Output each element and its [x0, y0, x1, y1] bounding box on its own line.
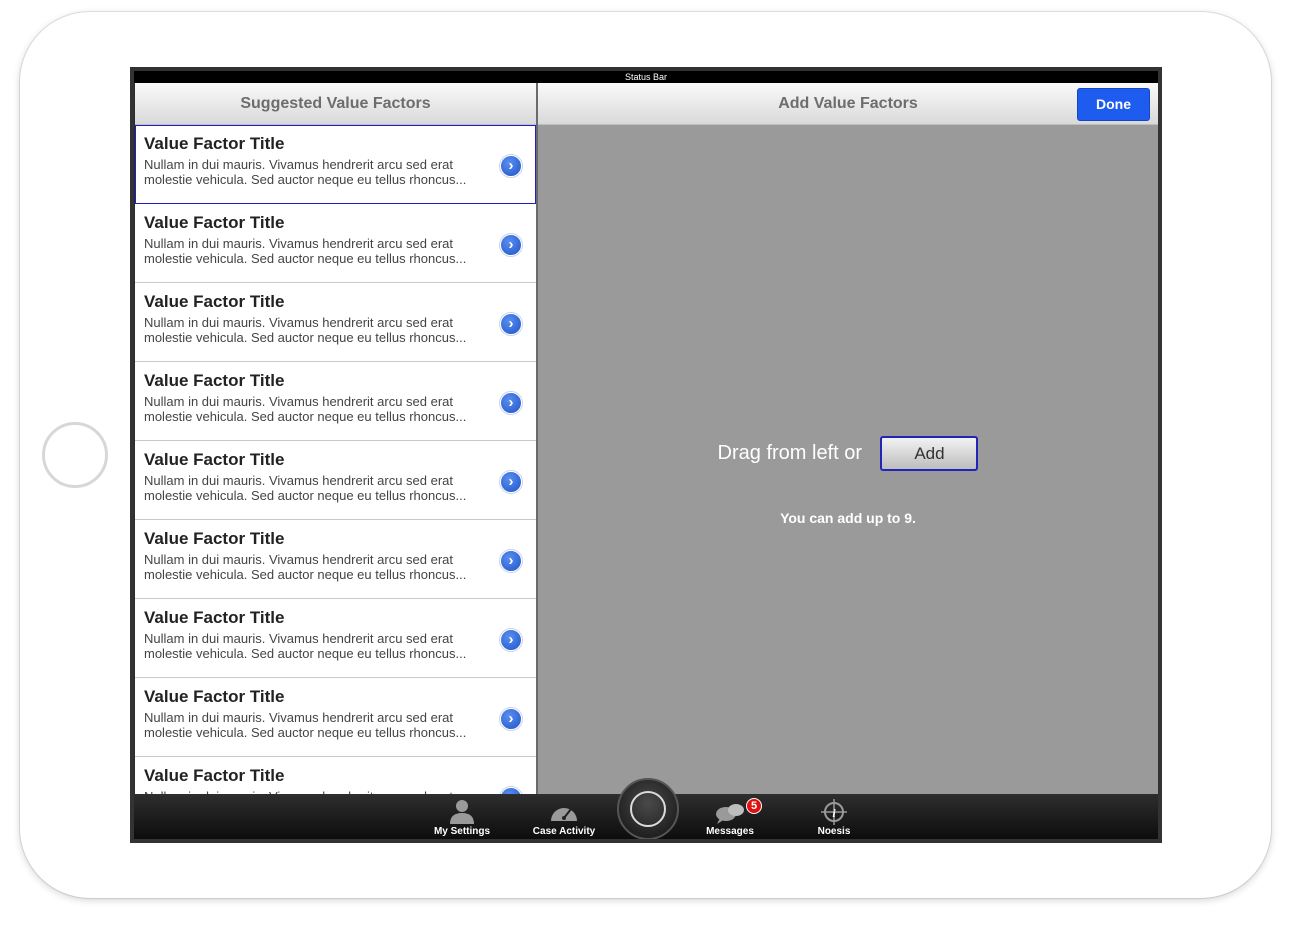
app-screen: Status Bar Suggested Value Factors Value…	[130, 67, 1162, 843]
item-desc-line: Nullam in dui mauris. Vivamus hendrerit …	[144, 473, 454, 488]
item-desc-line: Nullam in dui mauris. Vivamus hendrerit …	[144, 236, 454, 251]
right-pane-title: Add Value Factors	[778, 95, 918, 112]
item-description: Nullam in dui mauris. Vivamus hendrerit …	[144, 473, 474, 503]
tab-noesis[interactable]: i Noesis	[794, 798, 874, 837]
chevron-right-icon[interactable]: ›	[500, 392, 522, 414]
drag-instruction: Drag from left or	[717, 442, 863, 464]
item-desc-line: molestie vehicula. Sed auctor neque eu t…	[144, 409, 467, 424]
list-item[interactable]: Value Factor Title Nullam in dui mauris. …	[135, 599, 536, 678]
item-description: Nullam in dui mauris. Vivamus hendrerit …	[144, 236, 474, 266]
messages-badge: 5	[746, 798, 762, 814]
add-value-factors-pane: Add Value Factors Done Drag from left or…	[538, 83, 1158, 794]
item-desc-line: molestie vehicula. Sed auctor neque eu t…	[144, 725, 467, 740]
item-title: Value Factor Title	[144, 529, 285, 548]
suggested-list-pane: Suggested Value Factors Value Factor Tit…	[135, 83, 536, 794]
list-item[interactable]: Value Factor Title Nullam in dui mauris. …	[135, 520, 536, 599]
left-pane-title: Suggested Value Factors	[135, 83, 536, 125]
item-title: Value Factor Title	[144, 766, 285, 785]
item-desc-line: molestie vehicula. Sed auctor neque eu t…	[144, 567, 467, 582]
tab-case-activity[interactable]: Case Activity	[524, 798, 604, 837]
chevron-right-icon[interactable]: ›	[500, 708, 522, 730]
list-item[interactable]: Value Factor Title Nullam in dui mauris. …	[135, 441, 536, 520]
item-title: Value Factor Title	[144, 213, 285, 232]
center-hub-button[interactable]	[617, 778, 679, 839]
chevron-right-icon[interactable]: ›	[500, 234, 522, 256]
item-description: Nullam in dui mauris. Vivamus hendrerit …	[144, 631, 474, 661]
compass-info-icon: i	[821, 799, 847, 825]
chevron-right-icon[interactable]: ›	[500, 471, 522, 493]
done-button[interactable]: Done	[1077, 88, 1150, 121]
drag-prompt: Drag from left or Add	[538, 436, 1158, 471]
tab-label: My Settings	[433, 826, 491, 837]
value-factor-list: Value Factor Title Nullam in dui mauris. …	[135, 125, 536, 794]
list-item[interactable]: Value Factor Title Nullam in dui mauris. …	[135, 125, 536, 204]
chevron-right-icon[interactable]: ›	[500, 550, 522, 572]
item-description: Nullam in dui mauris. Vivamus hendrerit …	[144, 315, 474, 345]
item-title: Value Factor Title	[144, 292, 285, 311]
item-desc-line: Nullam in dui mauris. Vivamus hendrerit …	[144, 552, 454, 567]
home-button[interactable]	[42, 422, 108, 488]
chevron-right-icon[interactable]: ›	[500, 313, 522, 335]
person-icon	[450, 800, 474, 824]
list-item[interactable]: Value Factor Title Nullam in dui mauris. …	[135, 362, 536, 441]
item-desc-line: molestie vehicula. Sed auctor neque eu t…	[144, 646, 467, 661]
home-hub-icon	[630, 791, 666, 827]
item-desc-line: Nullam in dui mauris. Vivamus hendrerit …	[144, 157, 454, 172]
limit-hint: You can add up to 9.	[780, 510, 916, 526]
tab-label: Case Activity	[532, 826, 596, 837]
item-title: Value Factor Title	[144, 134, 285, 153]
item-desc-line: Nullam in dui mauris. Vivamus hendrerit …	[144, 631, 454, 646]
item-description: Nullam in dui mauris. Vivamus hendrerit …	[144, 157, 474, 187]
tab-messages[interactable]: Messages 5	[690, 798, 770, 837]
item-desc-line: Nullam in dui mauris. Vivamus hendrerit …	[144, 315, 454, 330]
item-desc-line: Nullam in dui mauris. Vivamus hendrerit …	[144, 394, 454, 409]
item-desc-line: molestie vehicula. Sed auctor neque eu t…	[144, 330, 467, 345]
status-bar: Status Bar	[134, 71, 1158, 83]
chevron-right-icon[interactable]: ›	[500, 155, 522, 177]
item-title: Value Factor Title	[144, 687, 285, 706]
item-description: Nullam in dui mauris. Vivamus hendrerit …	[144, 394, 474, 424]
item-title: Value Factor Title	[144, 450, 285, 469]
right-pane-header: Add Value Factors Done	[538, 83, 1158, 125]
add-button[interactable]: Add	[880, 436, 979, 471]
item-desc-line: molestie vehicula. Sed auctor neque eu t…	[144, 251, 467, 266]
tab-label: Messages	[706, 826, 754, 837]
item-desc-line: Nullam in dui mauris. Vivamus hendrerit …	[144, 710, 454, 725]
chevron-right-icon[interactable]: ›	[500, 629, 522, 651]
chevron-right-icon[interactable]: ›	[500, 787, 522, 794]
item-title: Value Factor Title	[144, 608, 285, 627]
item-title: Value Factor Title	[144, 371, 285, 390]
svg-text:i: i	[832, 806, 836, 820]
list-item[interactable]: Value Factor Title Nullam in dui mauris. …	[135, 204, 536, 283]
chat-bubbles-icon	[716, 804, 744, 824]
list-item[interactable]: Value Factor TitleNullam in dui mauris. …	[135, 757, 536, 794]
item-desc-line: molestie vehicula. Sed auctor neque eu t…	[144, 488, 467, 503]
speedometer-icon	[551, 808, 577, 821]
item-description: Nullam in dui mauris. Vivamus hendrerit …	[144, 710, 474, 740]
list-item[interactable]: Value Factor Title Nullam in dui mauris. …	[135, 283, 536, 362]
item-desc-line: molestie vehicula. Sed auctor neque eu t…	[144, 172, 467, 187]
item-description: Nullam in dui mauris. Vivamus hendrerit …	[144, 552, 474, 582]
tab-label: Noesis	[817, 826, 851, 837]
list-item[interactable]: Value Factor Title Nullam in dui mauris. …	[135, 678, 536, 757]
tab-my-settings[interactable]: My Settings	[422, 798, 502, 837]
